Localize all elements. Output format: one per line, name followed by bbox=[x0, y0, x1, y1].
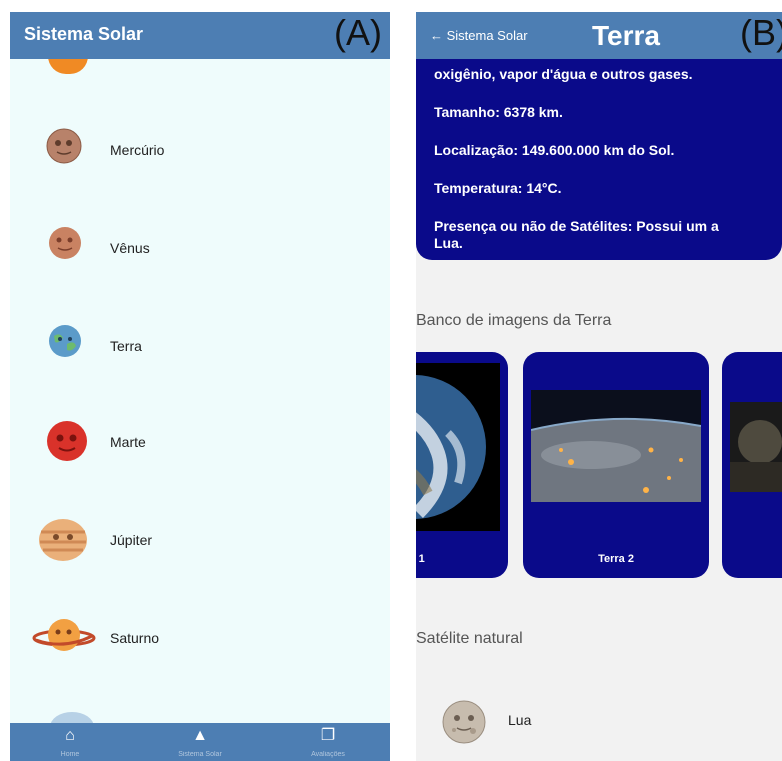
panel-label-b: (B) bbox=[740, 12, 782, 53]
info-satellites-cont: Lua. bbox=[434, 235, 463, 251]
image-card-terra-1[interactable]: ra 1 bbox=[416, 352, 508, 578]
planet-item-jupiter[interactable]: Júpiter bbox=[10, 506, 390, 566]
info-satellites: Presença ou não de Satélites: Possui um … bbox=[434, 218, 719, 234]
app-title: Sistema Solar bbox=[24, 24, 144, 44]
earth-icon bbox=[48, 324, 82, 358]
moon-icon bbox=[442, 700, 486, 749]
info-size: Tamanho: 6378 km. bbox=[434, 104, 563, 120]
satellite-name: Lua bbox=[508, 712, 532, 728]
earth-photo bbox=[730, 402, 782, 497]
mercury-icon bbox=[46, 128, 82, 164]
panel-label-a: (A) bbox=[334, 12, 382, 53]
app-bar: Sistema Solar bbox=[10, 12, 390, 59]
nav-label: Sistema Solar bbox=[178, 751, 222, 758]
planet-name: Marte bbox=[110, 434, 146, 450]
planet-info-card: oxigênio, vapor d'água e outros gases. T… bbox=[416, 50, 782, 260]
image-card-terra-2[interactable]: Terra 2 bbox=[523, 352, 709, 578]
earth-night-photo bbox=[530, 390, 702, 507]
planet-item-saturno[interactable]: Saturno bbox=[10, 604, 390, 664]
nav-label: Home bbox=[60, 751, 80, 758]
page-title: Terra bbox=[592, 20, 660, 51]
app-bar: ← Sistema Solar Terra bbox=[416, 12, 782, 59]
nav-sistema-solar[interactable]: ▲ Sistema Solar bbox=[140, 727, 260, 758]
info-temperature: Temperatura: 14°C. bbox=[434, 180, 562, 196]
earth-photo bbox=[416, 363, 500, 536]
satellite-item-lua[interactable]: Lua bbox=[416, 696, 782, 746]
planet-name: Saturno bbox=[110, 630, 160, 646]
saturn-icon bbox=[32, 616, 96, 656]
rocket-icon: ▲ bbox=[192, 727, 208, 744]
nav-label: Avaliações bbox=[311, 751, 345, 758]
home-icon: ⌂ bbox=[65, 727, 75, 744]
jupiter-icon bbox=[38, 518, 88, 562]
planet-item-mercurio[interactable]: Mercúrio bbox=[10, 116, 390, 176]
planet-name: Mercúrio bbox=[110, 142, 165, 158]
image-card-terra-3[interactable] bbox=[722, 352, 782, 578]
nav-home[interactable]: ⌂ Home bbox=[10, 727, 130, 758]
info-composition: oxigênio, vapor d'água e outros gases. bbox=[434, 66, 693, 82]
info-location: Localização: 149.600.000 km do Sol. bbox=[434, 142, 675, 158]
planet-item-terra[interactable]: Terra bbox=[10, 312, 390, 372]
back-button[interactable]: ← Sistema Solar bbox=[430, 28, 528, 43]
panel-b-earth-detail: oxigênio, vapor d'água e outros gases. T… bbox=[416, 12, 782, 761]
satellite-section-title: Satélite natural bbox=[416, 630, 523, 647]
image-caption: ra 1 bbox=[416, 553, 425, 565]
planet-name: Vênus bbox=[110, 240, 150, 256]
planet-item-venus[interactable]: Vênus bbox=[10, 214, 390, 274]
venus-icon bbox=[48, 226, 82, 260]
image-bank-title: Banco de imagens da Terra bbox=[416, 312, 612, 329]
planet-item-marte[interactable]: Marte bbox=[10, 408, 390, 468]
nav-gallery[interactable]: ❐ Avaliações bbox=[268, 727, 388, 758]
mars-icon bbox=[46, 420, 88, 462]
planet-name: Júpiter bbox=[110, 532, 153, 548]
gallery-icon: ❐ bbox=[320, 727, 336, 744]
image-caption: Terra 2 bbox=[598, 553, 634, 565]
planet-name: Terra bbox=[110, 338, 142, 354]
bottom-nav: ⌂ Home ▲ Sistema Solar ❐ Avaliações bbox=[10, 723, 390, 761]
panel-a-planet-list: Sistema Solar (A) Mercúrio Vênus Terra M… bbox=[10, 12, 390, 761]
